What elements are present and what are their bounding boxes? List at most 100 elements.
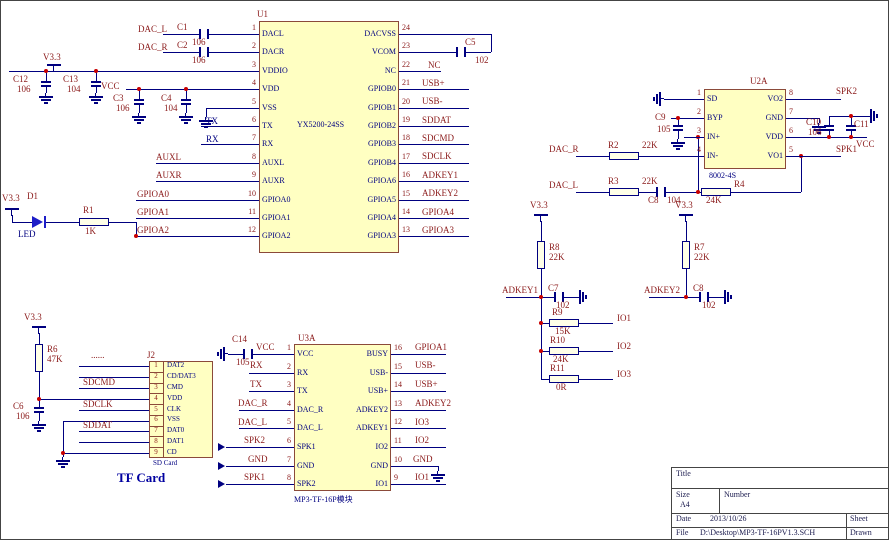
net-label[interactable]: SPK1 (244, 473, 265, 482)
wire[interactable] (139, 105, 140, 113)
capacitor[interactable] (134, 103, 144, 105)
capacitor[interactable] (134, 99, 144, 101)
wire[interactable] (274, 428, 294, 429)
wire[interactable] (274, 354, 294, 355)
net-label[interactable]: GPIOA2 (137, 226, 169, 235)
net-label[interactable]: 22K (694, 253, 710, 262)
net-label[interactable]: GPIOA4 (422, 208, 454, 217)
wire[interactable] (136, 218, 239, 219)
wire[interactable] (186, 105, 187, 113)
wire[interactable] (649, 297, 686, 298)
wire[interactable] (226, 466, 274, 467)
net-label[interactable]: 102 (702, 301, 716, 310)
net-label[interactable]: R8 (549, 243, 560, 252)
net-label[interactable]: 106 (16, 412, 30, 421)
wire[interactable] (786, 118, 806, 119)
net-label[interactable]: C8 (648, 196, 659, 205)
wire[interactable] (399, 200, 419, 201)
wire[interactable] (399, 89, 419, 90)
net-label[interactable]: DAC_R (138, 43, 168, 52)
net-label[interactable]: SDCLK (83, 400, 113, 409)
wire[interactable] (684, 137, 704, 138)
net-label[interactable]: ...... (91, 351, 105, 360)
power-bar-icon[interactable] (534, 214, 548, 222)
wire[interactable] (274, 373, 294, 374)
net-label[interactable]: C13 (63, 75, 78, 84)
net-label[interactable]: C2 (177, 41, 188, 50)
capacitor[interactable] (251, 349, 253, 359)
net-label[interactable]: 0R (556, 383, 567, 392)
wire[interactable] (399, 218, 419, 219)
net-label[interactable]: GPIOA0 (137, 190, 169, 199)
wire[interactable] (39, 413, 40, 421)
net-label[interactable]: SDDAT (422, 116, 451, 125)
net-label[interactable]: C6 (13, 402, 24, 411)
net-label[interactable]: 102 (475, 56, 489, 65)
net-label[interactable]: GND (413, 455, 433, 464)
power-bar-icon[interactable] (47, 64, 61, 72)
wire[interactable] (136, 200, 239, 201)
net-label[interactable]: IO1 (617, 314, 631, 323)
wire[interactable] (63, 453, 149, 454)
capacitor[interactable] (464, 47, 466, 57)
wire[interactable] (136, 236, 239, 237)
capacitor[interactable] (673, 125, 683, 127)
capacitor[interactable] (181, 99, 191, 101)
wire[interactable] (391, 484, 411, 485)
net-label[interactable]: GPIOA1 (415, 343, 447, 352)
capacitor[interactable] (91, 81, 101, 83)
wire[interactable] (44, 222, 79, 223)
capacitor[interactable] (34, 411, 44, 413)
net-label[interactable]: 106 (17, 85, 31, 94)
net-label[interactable]: R9 (552, 308, 563, 317)
wire[interactable] (239, 144, 259, 145)
net-label[interactable]: AUXR (156, 171, 182, 180)
net-label[interactable]: NC (428, 61, 441, 70)
wire[interactable] (579, 379, 613, 380)
wire[interactable] (399, 144, 419, 145)
wire[interactable] (239, 163, 259, 164)
net-label[interactable]: C4 (161, 94, 172, 103)
net-label[interactable]: GPIOA3 (422, 226, 454, 235)
capacitor[interactable] (181, 103, 191, 105)
wire[interactable] (731, 192, 801, 193)
wire[interactable] (541, 221, 542, 241)
net-label[interactable]: VCC (256, 343, 275, 352)
wire[interactable] (391, 354, 411, 355)
wire[interactable] (806, 156, 841, 157)
net-label[interactable]: ADKEY2 (415, 399, 451, 408)
wire[interactable] (126, 89, 239, 90)
net-label[interactable]: IO2 (415, 436, 429, 445)
wire[interactable] (419, 34, 491, 35)
ic-designator[interactable]: U2A (750, 77, 768, 86)
net-label[interactable]: 106 (192, 38, 206, 47)
ground-icon[interactable] (653, 92, 664, 106)
wire[interactable] (506, 297, 541, 298)
net-label[interactable]: 106 (808, 128, 822, 137)
net-label[interactable]: C11 (854, 120, 869, 129)
wire[interactable] (411, 447, 446, 448)
connector-designator[interactable]: J2 (147, 351, 155, 360)
wire[interactable] (209, 34, 239, 35)
capacitor[interactable] (41, 81, 51, 83)
net-label[interactable]: V3.3 (24, 313, 42, 322)
wire[interactable] (411, 466, 438, 467)
wire[interactable] (466, 52, 491, 53)
net-label[interactable]: V3.3 (2, 194, 20, 203)
wire[interactable] (249, 373, 274, 374)
wire[interactable] (786, 137, 806, 138)
capacitor[interactable] (41, 85, 51, 87)
net-label[interactable]: VCC (856, 140, 875, 149)
capacitor[interactable] (664, 187, 666, 197)
wire[interactable] (579, 351, 613, 352)
net-label[interactable]: C9 (655, 113, 666, 122)
wire[interactable] (239, 71, 259, 72)
net-label[interactable]: SDCMD (83, 378, 115, 387)
wire[interactable] (806, 99, 841, 100)
wire[interactable] (391, 373, 411, 374)
net-label[interactable]: DAC_R (549, 145, 579, 154)
ground-icon[interactable] (132, 113, 146, 124)
resistor[interactable] (537, 241, 545, 269)
wire[interactable] (239, 410, 274, 411)
net-label[interactable]: R3 (608, 177, 619, 186)
